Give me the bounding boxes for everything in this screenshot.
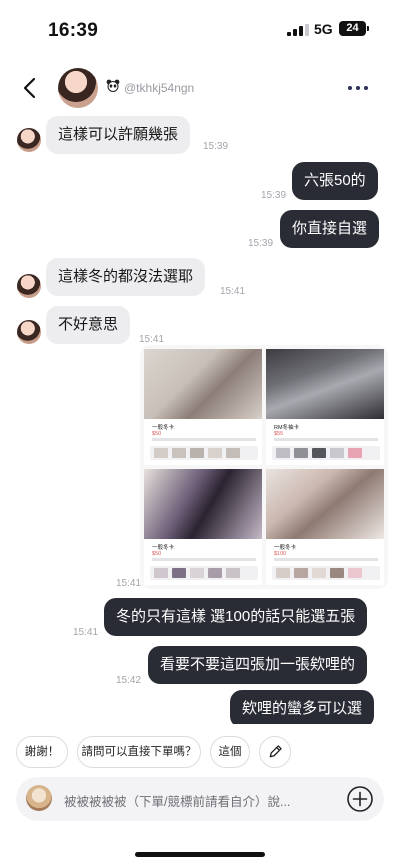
quick-reply-order[interactable]: 請問可以直接下單嗎？ [77, 736, 201, 768]
plus-circle-icon[interactable] [346, 785, 374, 813]
outgoing-message[interactable]: 你直接自選 [280, 210, 380, 248]
chevron-left-icon[interactable] [18, 72, 44, 104]
sender-avatar[interactable] [17, 274, 41, 298]
panda-icon [106, 79, 120, 92]
contact-avatar[interactable] [58, 68, 98, 108]
chat-header: @tkhkj54ngn [0, 62, 400, 116]
product-price: $50 [152, 551, 162, 557]
outgoing-message[interactable]: 冬的只有這樣 選100的話只能選五張 [104, 598, 368, 636]
thumbnail-strip [272, 446, 380, 460]
message-timestamp: 15:39 [261, 190, 287, 201]
product-photo [144, 349, 262, 419]
sender-avatar[interactable] [17, 320, 41, 344]
quick-reply-thanks[interactable]: 謝謝！ [16, 736, 68, 768]
product-card: 一般冬卡 $100 [266, 469, 384, 585]
incoming-message[interactable]: 不好意思 [46, 306, 131, 344]
product-photo [266, 469, 384, 539]
home-indicator [135, 852, 265, 857]
quick-reply-this[interactable]: 這個 [210, 736, 250, 768]
sender-avatar[interactable] [17, 128, 41, 152]
message-timestamp: 15:41 [220, 286, 246, 297]
product-meta [152, 438, 256, 441]
outgoing-message[interactable]: 欸哩的蠻多可以選 [230, 690, 375, 724]
product-photo [144, 469, 262, 539]
product-card: RM冬袖卡 $55 [266, 349, 384, 465]
message-timestamp: 15:39 [248, 238, 274, 249]
message-timestamp: 15:41 [73, 627, 99, 638]
message-timestamp: 15:41 [139, 334, 165, 345]
message-input[interactable]: 被被被被被（下單/競標前請看自介）說... [64, 791, 290, 810]
product-price: $100 [274, 551, 287, 557]
battery-icon: 24 [339, 21, 369, 36]
outgoing-message[interactable]: 看要不要這四張加一張欸哩的 [148, 646, 368, 684]
cellular-signal-icon [287, 24, 309, 36]
thumbnail-strip [150, 446, 258, 460]
message-clip: 欸哩的蠻多可以選 [0, 690, 400, 724]
user-avatar [26, 785, 52, 811]
status-bar: 16:39 5G 24 [0, 0, 400, 56]
incoming-message[interactable]: 這樣冬的都沒法選耶 [46, 258, 206, 296]
contact-handle[interactable]: @tkhkj54ngn [124, 81, 194, 95]
status-time: 16:39 [48, 20, 99, 41]
network-type: 5G [314, 21, 333, 37]
image-message[interactable]: 一般冬卡 $50 RM冬袖卡 $55 一般冬卡 $50 一般冬卡 $100 [140, 345, 388, 589]
product-meta [274, 438, 378, 441]
product-price: $55 [274, 431, 284, 437]
product-meta [152, 558, 256, 561]
pencil-icon [269, 745, 282, 758]
thumbnail-strip [272, 566, 380, 580]
message-timestamp: 15:42 [116, 675, 142, 686]
incoming-message[interactable]: 這樣可以許願幾張 [46, 116, 191, 154]
product-title: 一般冬卡 [274, 545, 297, 551]
product-price: $50 [152, 431, 162, 437]
product-card: 一般冬卡 $50 [144, 349, 262, 465]
product-title: 一般冬卡 [152, 545, 175, 551]
outgoing-message[interactable]: 六張50的 [292, 162, 378, 200]
product-card: 一般冬卡 $50 [144, 469, 262, 585]
message-composer[interactable]: 被被被被被（下單/競標前請看自介）說... [16, 777, 384, 821]
product-meta [274, 558, 378, 561]
message-timestamp: 15:41 [116, 578, 142, 589]
product-photo [266, 349, 384, 419]
thumbnail-strip [150, 566, 258, 580]
product-title: RM冬袖卡 [274, 425, 300, 431]
more-dots-icon[interactable] [348, 86, 370, 92]
product-title: 一般冬卡 [152, 425, 175, 431]
message-timestamp: 15:39 [203, 141, 229, 152]
edit-quick-replies-button[interactable] [259, 736, 291, 768]
